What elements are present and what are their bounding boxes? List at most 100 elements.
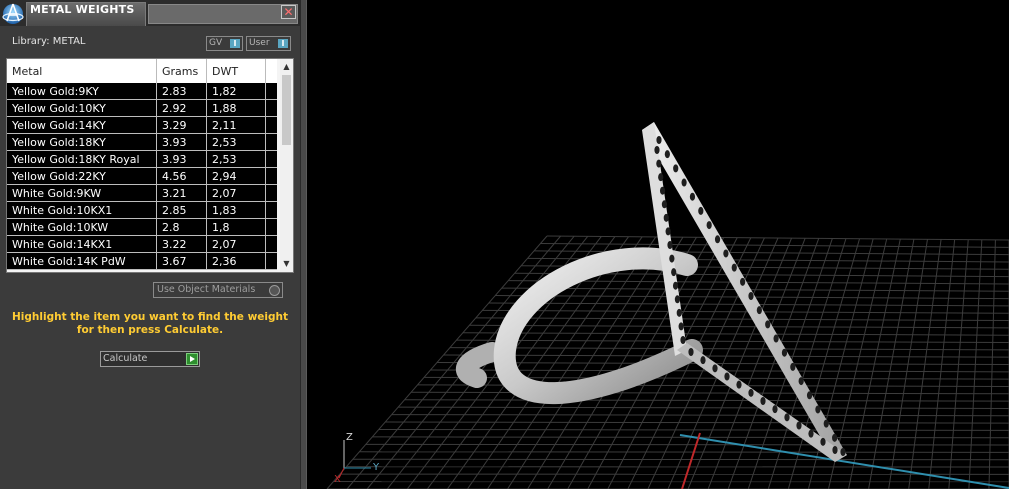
cell-dwt: 2,94 [212,170,237,183]
metal-table: Metal Grams DWT Yellow Gold:9KY 2.83 1,82 Y… [6,58,294,273]
row-divider [156,236,157,253]
cell-grams: 3.21 [162,187,187,200]
column-header-dwt[interactable]: DWT [212,65,238,78]
table-row[interactable]: White Gold:14KX1 3.22 2,07 [7,236,277,253]
cell-dwt: 2,07 [212,238,237,251]
row-divider [156,83,157,100]
table-row[interactable]: Yellow Gold:22KY 4.56 2,94 [7,168,277,185]
cell-dwt: 1,8 [212,221,230,234]
axis-y-label: Y [372,462,380,473]
use-object-materials-label: Use Object Materials [157,284,256,295]
3d-viewport[interactable]: Z Y X [307,0,1009,489]
row-divider [265,151,266,168]
play-arrow-icon [186,353,198,365]
y-axis-line [679,434,1009,489]
cell-dwt: 2,07 [212,187,237,200]
close-button[interactable]: ✕ [281,5,296,19]
table-row[interactable]: White Gold:10KX1 2.85 1,83 [7,202,277,219]
calculate-button[interactable]: Calculate [100,351,200,367]
row-divider [156,151,157,168]
user-toggle-label: User [249,38,270,48]
column-divider [265,59,266,83]
row-divider [265,134,266,151]
title-bar-filler [148,4,298,24]
cell-dwt: 2,53 [212,153,237,166]
library-label: Library: METAL [12,36,86,47]
row-divider [206,100,207,117]
metal-weights-panel: METAL WEIGHTS ✕ Library: METAL GV I User… [0,0,300,489]
row-divider [156,134,157,151]
row-divider [206,219,207,236]
table-row[interactable]: Yellow Gold:18KY 3.93 2,53 [7,134,277,151]
table-row[interactable]: White Gold:10KW 2.8 1,8 [7,219,277,236]
row-divider [156,100,157,117]
title-bar: METAL WEIGHTS ✕ [0,0,300,26]
cell-metal: Yellow Gold:10KY [12,102,106,115]
column-divider [156,59,157,83]
table-row[interactable]: White Gold:14K PdW 3.67 2,36 [7,253,277,270]
column-header-metal[interactable]: Metal [12,65,42,78]
row-divider [206,236,207,253]
app-logo-icon [2,3,24,24]
table-header: Metal Grams DWT [7,59,277,84]
cell-grams: 4.56 [162,170,187,183]
checkbox-indicator-icon [269,285,280,296]
row-divider [156,219,157,236]
column-header-grams[interactable]: Grams [162,65,198,78]
row-divider [206,151,207,168]
cell-dwt: 2,53 [212,136,237,149]
use-object-materials-checkbox[interactable]: Use Object Materials [153,282,283,298]
cell-dwt: 2,36 [212,255,237,268]
row-divider [265,253,266,270]
viewport-canvas: Z Y X [326,122,1009,489]
scroll-down-icon[interactable]: ▼ [280,258,293,270]
window-title: METAL WEIGHTS [30,3,135,16]
row-divider [156,202,157,219]
cell-metal: Yellow Gold:18KY [12,136,106,149]
row-divider [206,202,207,219]
cell-grams: 3.67 [162,255,187,268]
cell-metal: Yellow Gold:18KY Royal [12,153,140,166]
cell-grams: 3.93 [162,153,187,166]
row-divider [265,185,266,202]
table-row[interactable]: Yellow Gold:10KY 2.92 1,88 [7,100,277,117]
cell-grams: 2.8 [162,221,180,234]
scroll-up-icon[interactable]: ▲ [280,61,293,73]
row-divider [265,202,266,219]
gv-indicator-icon: I [230,39,240,48]
cell-metal: Yellow Gold:22KY [12,170,106,183]
table-row[interactable]: Yellow Gold:9KY 2.83 1,82 [7,83,277,100]
cell-metal: White Gold:9KW [12,187,102,200]
cell-grams: 2.85 [162,204,187,217]
gv-toggle-label: GV [209,38,223,48]
row-divider [206,83,207,100]
cell-grams: 3.93 [162,136,187,149]
row-divider [206,253,207,270]
table-row[interactable]: Yellow Gold:14KY 3.29 2,11 [7,117,277,134]
cell-metal: Yellow Gold:9KY [12,85,99,98]
instruction-line-2: for then press Calculate. [76,324,224,336]
table-body: Yellow Gold:9KY 2.83 1,82 Yellow Gold:10KY 2… [7,83,277,270]
cell-dwt: 1,82 [212,85,237,98]
cell-grams: 2.92 [162,102,187,115]
ring-model [455,122,847,462]
scrollbar-thumb[interactable] [282,75,291,145]
axis-x-label: X [334,474,341,485]
user-toggle[interactable]: User I [246,36,291,51]
row-divider [265,100,266,117]
cell-dwt: 2,11 [212,119,237,132]
instruction-text: Highlight the item you want to find the … [10,311,290,337]
cell-grams: 3.29 [162,119,187,132]
cell-metal: White Gold:14KX1 [12,238,113,251]
table-row[interactable]: Yellow Gold:18KY Royal 3.93 2,53 [7,151,277,168]
cell-metal: Yellow Gold:14KY [12,119,106,132]
table-scrollbar[interactable]: ▲ ▼ [280,59,293,272]
instruction-line-1: Highlight the item you want to find the … [12,311,288,323]
gv-toggle[interactable]: GV I [206,36,243,51]
cell-grams: 2.83 [162,85,187,98]
row-divider [265,83,266,100]
cell-grams: 3.22 [162,238,187,251]
panel-splitter[interactable] [300,0,307,489]
row-divider [206,117,207,134]
table-row[interactable]: White Gold:9KW 3.21 2,07 [7,185,277,202]
